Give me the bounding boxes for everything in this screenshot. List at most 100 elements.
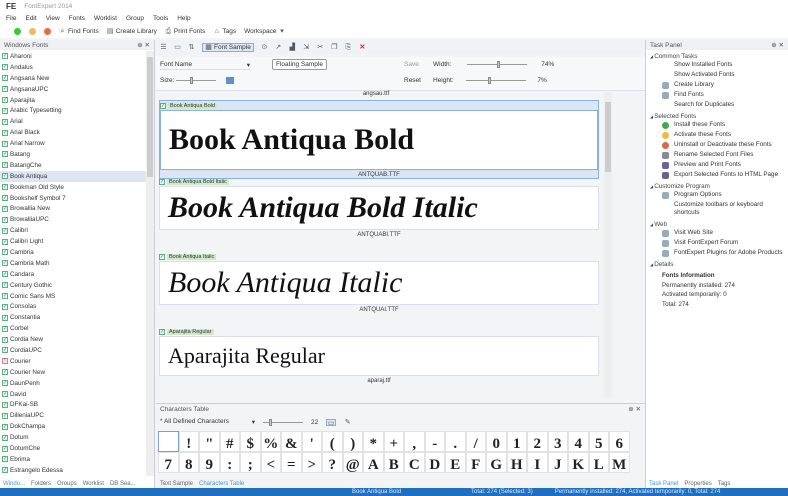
scroll-thumb[interactable] (605, 102, 611, 172)
character-cell[interactable]: C (404, 452, 425, 473)
character-cell[interactable]: E (445, 452, 466, 473)
tags-button[interactable]: ⌂ Tags (213, 28, 236, 35)
print-fonts-button[interactable]: ⎙ Print Fonts (165, 28, 206, 35)
menu-item-edit[interactable]: Edit (25, 15, 36, 22)
pin-close-icons[interactable]: ⊕ ✕ (771, 41, 784, 49)
checkbox-icon[interactable]: ✓ (2, 434, 8, 441)
character-cell[interactable]: F (465, 452, 486, 473)
checkbox-icon[interactable]: ✓ (2, 314, 8, 321)
color-icon[interactable] (226, 77, 235, 84)
tab-characters-table[interactable]: Characters Table (199, 481, 244, 487)
font-sample-card[interactable]: ✓ Book Antiqua Bold Book Antiqua Bold ANTQU… (159, 100, 599, 179)
checkbox-icon[interactable]: ✓ (2, 205, 8, 212)
checkbox-icon[interactable]: ✓ (2, 53, 8, 60)
character-cell[interactable]: & (281, 431, 302, 452)
task-link[interactable]: Preview and Print Fonts (646, 160, 788, 170)
character-cell[interactable]: / (465, 431, 486, 452)
character-cell[interactable]: 2 (527, 431, 548, 452)
checkbox-icon[interactable]: ✓ (2, 456, 8, 463)
character-cell[interactable]: # (219, 431, 240, 452)
font-list-item[interactable]: ✓ Ebrima (0, 454, 146, 465)
view-single-icon[interactable]: ▭ (174, 44, 181, 51)
section-details[interactable]: Details (646, 261, 788, 268)
font-list-item[interactable]: ✓ Aharoni (0, 51, 146, 62)
scroll-thumb[interactable] (147, 57, 153, 177)
task-link[interactable]: Program Options (646, 190, 788, 200)
task-link[interactable]: Uninstall or Deactivate these Fonts (646, 140, 788, 150)
character-cell[interactable]: 8 (178, 452, 199, 473)
font-sample-card[interactable]: ✓ Book Antiqua Italic Book Antiqua Italic A… (159, 252, 599, 313)
font-list-scrollbar[interactable] (146, 51, 154, 476)
character-filter-select[interactable]: * All Defined Characters ▾ (160, 418, 255, 426)
task-link[interactable]: Visit Web Site (646, 228, 788, 238)
copy-icon[interactable]: ❐ (331, 44, 338, 51)
task-link[interactable]: Search for Duplicates (646, 100, 788, 110)
checkbox-icon[interactable]: ✓ (2, 401, 8, 408)
checkbox-icon[interactable]: ✓ (2, 282, 8, 289)
font-list-item[interactable]: ✓ Consolas (0, 301, 146, 312)
pin-close-icons[interactable]: ⊕ ✕ (628, 405, 641, 413)
checkbox-icon[interactable]: ✓ (2, 271, 8, 278)
character-cell[interactable]: = (281, 452, 302, 473)
checkbox-icon[interactable]: ✓ (2, 162, 8, 169)
tab-task-panel[interactable]: Task Panel (649, 481, 678, 487)
font-list-item[interactable]: ✓ Bookman Old Style (0, 182, 146, 193)
checkbox-icon[interactable]: ✓ (2, 238, 8, 245)
create-library-button[interactable]: ▤ Create Library (107, 28, 157, 35)
sample-text[interactable]: Aparajita Regular (159, 336, 599, 376)
character-cell[interactable]: 6 (609, 431, 630, 452)
height-slider[interactable] (466, 76, 527, 84)
width-slider[interactable] (467, 60, 528, 68)
task-link[interactable]: Activate these Fonts (646, 130, 788, 140)
font-list-item[interactable]: ✓ Cambria (0, 247, 146, 258)
font-list-item[interactable]: ✓ Batang (0, 149, 146, 160)
font-list-item[interactable]: ✓ CordiaUPC (0, 345, 146, 356)
tab-groups[interactable]: Groups (57, 481, 77, 487)
checkbox-icon[interactable]: ✓ (2, 445, 8, 452)
task-link[interactable]: Create Library (646, 80, 788, 90)
delete-icon[interactable]: ✕ (359, 44, 366, 51)
character-cell[interactable]: " (199, 431, 220, 452)
font-list-item[interactable]: ✓ Cambria Math (0, 258, 146, 269)
font-list-item[interactable]: ✓ Calibri Light (0, 236, 146, 247)
checkbox-icon[interactable]: ✓ (2, 216, 8, 223)
font-list-item[interactable]: ✓ Century Gothic (0, 280, 146, 291)
reset-button[interactable]: Reset (404, 77, 421, 84)
character-cell[interactable]: 9 (199, 452, 220, 473)
move-icon[interactable]: ⇲ (303, 44, 310, 51)
checkbox-icon[interactable]: ✓ (2, 467, 8, 474)
menu-item-file[interactable]: File (6, 15, 16, 22)
font-list-item[interactable]: ✓ Angsana New (0, 73, 146, 84)
font-list-item[interactable]: ✓ Corbel (0, 323, 146, 334)
find-fonts-button[interactable]: ⌕ Find Fonts (59, 28, 99, 35)
character-cell[interactable]: I (527, 452, 548, 473)
section-selected-fonts[interactable]: Selected Fonts (646, 113, 788, 120)
character-cell[interactable] (158, 431, 179, 452)
character-cell[interactable]: 0 (486, 431, 507, 452)
character-cell[interactable]: + (383, 431, 404, 452)
grid-view-icon[interactable]: ▭ (326, 418, 337, 427)
character-cell[interactable]: L (588, 452, 609, 473)
char-size-slider[interactable] (263, 418, 303, 426)
font-list-item[interactable]: ✓ Cordia New (0, 334, 146, 345)
checkbox-icon[interactable]: ✓ (2, 391, 8, 398)
samples-scrollbar[interactable] (604, 92, 612, 397)
character-cell[interactable]: ! (178, 431, 199, 452)
checkbox-icon[interactable]: ✓ (2, 227, 8, 234)
menu-item-tools[interactable]: Tools (153, 15, 168, 22)
task-link[interactable]: Export Selected Fonts to HTML Page (646, 170, 788, 180)
checkbox-icon[interactable]: ✓ (2, 129, 8, 136)
checkbox-icon[interactable]: ✓ (2, 347, 8, 354)
chart-icon[interactable]: ▟ (289, 44, 296, 51)
character-cell[interactable]: @ (342, 452, 363, 473)
character-cell[interactable]: 1 (506, 431, 527, 452)
character-cell[interactable]: - (424, 431, 445, 452)
font-list-item[interactable]: ✓ DaunPenh (0, 378, 146, 389)
checkbox-icon[interactable]: ✓ (2, 369, 8, 376)
font-sample-card[interactable]: ✓ Book Antiqua Bold Italic Book Antiqua Bo… (159, 177, 599, 238)
character-cell[interactable]: 7 (158, 452, 179, 473)
checkbox-icon[interactable]: ✓ (2, 151, 8, 158)
checkbox-icon[interactable]: ✓ (2, 336, 8, 343)
checkbox-icon[interactable]: ✓ (159, 253, 165, 260)
font-list-item[interactable]: ✓ Arial Black (0, 127, 146, 138)
